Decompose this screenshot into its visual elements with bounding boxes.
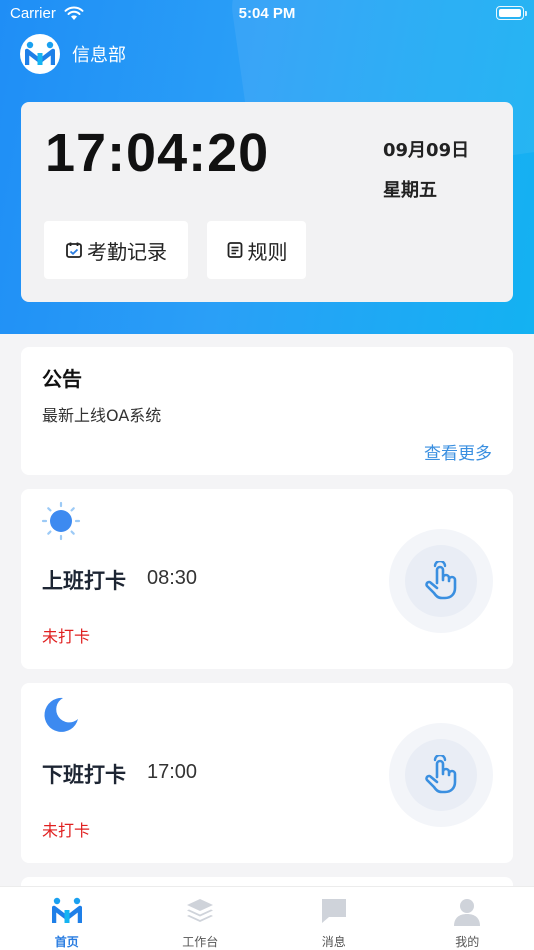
current-time: 17:04:20 [45, 123, 270, 183]
notice-title: 公告 [42, 367, 82, 391]
tab-home[interactable]: 首页 [0, 887, 134, 950]
sun-icon [41, 501, 81, 545]
layers-icon [185, 897, 215, 929]
rules-button[interactable]: 规则 [207, 221, 306, 279]
tap-hand-icon [425, 561, 457, 600]
tab-workbench[interactable]: 工作台 [134, 887, 268, 950]
document-icon [227, 242, 242, 258]
attendance-records-label: 考勤记录 [87, 239, 167, 264]
punch-in-card: 上班打卡 08:30 未打卡 [21, 489, 513, 669]
department-name: 信息部 [72, 45, 126, 66]
rules-label: 规则 [247, 239, 288, 264]
tab-mine[interactable]: 我的 [401, 887, 534, 950]
notice-card: 公告 最新上线OA系统 查看更多 [21, 347, 513, 475]
tab-messages-label: 消息 [321, 935, 346, 949]
message-icon [320, 897, 348, 929]
current-weekday: 星期五 [383, 180, 437, 201]
home-logo-icon [51, 897, 82, 929]
status-bar: Carrier 5:04 PM [0, 0, 534, 28]
punch-out-button[interactable] [389, 723, 493, 827]
app-header: 信息部 [20, 34, 126, 74]
punch-out-time: 17:00 [147, 761, 198, 783]
app-logo-icon[interactable] [20, 34, 60, 74]
punch-in-label: 上班打卡 [42, 569, 126, 593]
view-more-link[interactable]: 查看更多 [424, 439, 492, 464]
clock-card: 17:04:20 09月09日 星期五 考勤记录 规则 [21, 102, 513, 302]
tab-bar: 首页 工作台 消息 我的 [0, 886, 534, 950]
status-time: 5:04 PM [238, 5, 296, 22]
attendance-records-button[interactable]: 考勤记录 [44, 221, 188, 279]
tab-workbench-label: 工作台 [182, 935, 219, 949]
tab-messages[interactable]: 消息 [267, 887, 401, 950]
punch-in-status: 未打卡 [42, 627, 91, 646]
punch-out-label: 下班打卡 [42, 763, 126, 787]
tab-home-label: 首页 [54, 935, 79, 949]
punch-in-button[interactable] [389, 529, 493, 633]
notice-content: 最新上线OA系统 [42, 406, 162, 425]
punch-in-button-inner [405, 545, 477, 617]
user-icon [453, 897, 481, 931]
current-date: 09月09日 [383, 140, 470, 161]
punch-out-card: 下班打卡 17:00 未打卡 [21, 683, 513, 863]
tab-mine-label: 我的 [455, 935, 480, 949]
punch-in-time: 08:30 [147, 567, 198, 589]
punch-out-button-inner [405, 739, 477, 811]
tap-hand-icon [425, 755, 457, 794]
moon-icon [41, 695, 81, 739]
punch-out-status: 未打卡 [42, 821, 91, 840]
battery-icon [496, 6, 527, 20]
calendar-check-icon [66, 242, 82, 258]
